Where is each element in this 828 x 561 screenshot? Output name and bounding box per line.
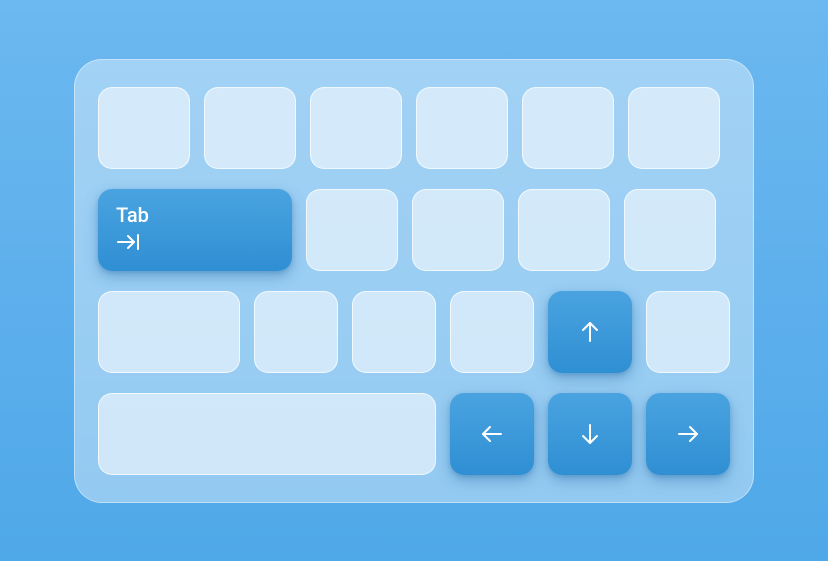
tab-key[interactable]: Tab: [98, 189, 292, 271]
tab-key-label: Tab: [116, 203, 149, 227]
keyboard-row: Tab: [98, 189, 730, 271]
blank-key[interactable]: [518, 189, 610, 271]
arrow-up-icon: [579, 319, 601, 345]
arrow-right-icon: [675, 423, 701, 445]
blank-key[interactable]: [98, 87, 190, 169]
blank-key[interactable]: [306, 189, 398, 271]
arrow-up-key[interactable]: [548, 291, 632, 373]
arrow-right-key[interactable]: [646, 393, 730, 475]
keyboard-row: [98, 291, 730, 373]
blank-key[interactable]: [628, 87, 720, 169]
blank-key[interactable]: [352, 291, 436, 373]
blank-key[interactable]: [450, 291, 534, 373]
blank-key[interactable]: [416, 87, 508, 169]
blank-key[interactable]: [98, 291, 240, 373]
keyboard-row: [98, 393, 730, 475]
blank-key[interactable]: [522, 87, 614, 169]
tab-icon: [116, 233, 142, 251]
blank-key[interactable]: [254, 291, 338, 373]
blank-key[interactable]: [412, 189, 504, 271]
blank-key[interactable]: [310, 87, 402, 169]
arrow-down-icon: [579, 421, 601, 447]
blank-key[interactable]: [646, 291, 730, 373]
keyboard-row: [98, 87, 730, 169]
arrow-left-icon: [479, 423, 505, 445]
blank-key[interactable]: [204, 87, 296, 169]
arrow-down-key[interactable]: [548, 393, 632, 475]
blank-key[interactable]: [98, 393, 436, 475]
keyboard-panel: Tab: [74, 59, 754, 503]
blank-key[interactable]: [624, 189, 716, 271]
arrow-left-key[interactable]: [450, 393, 534, 475]
